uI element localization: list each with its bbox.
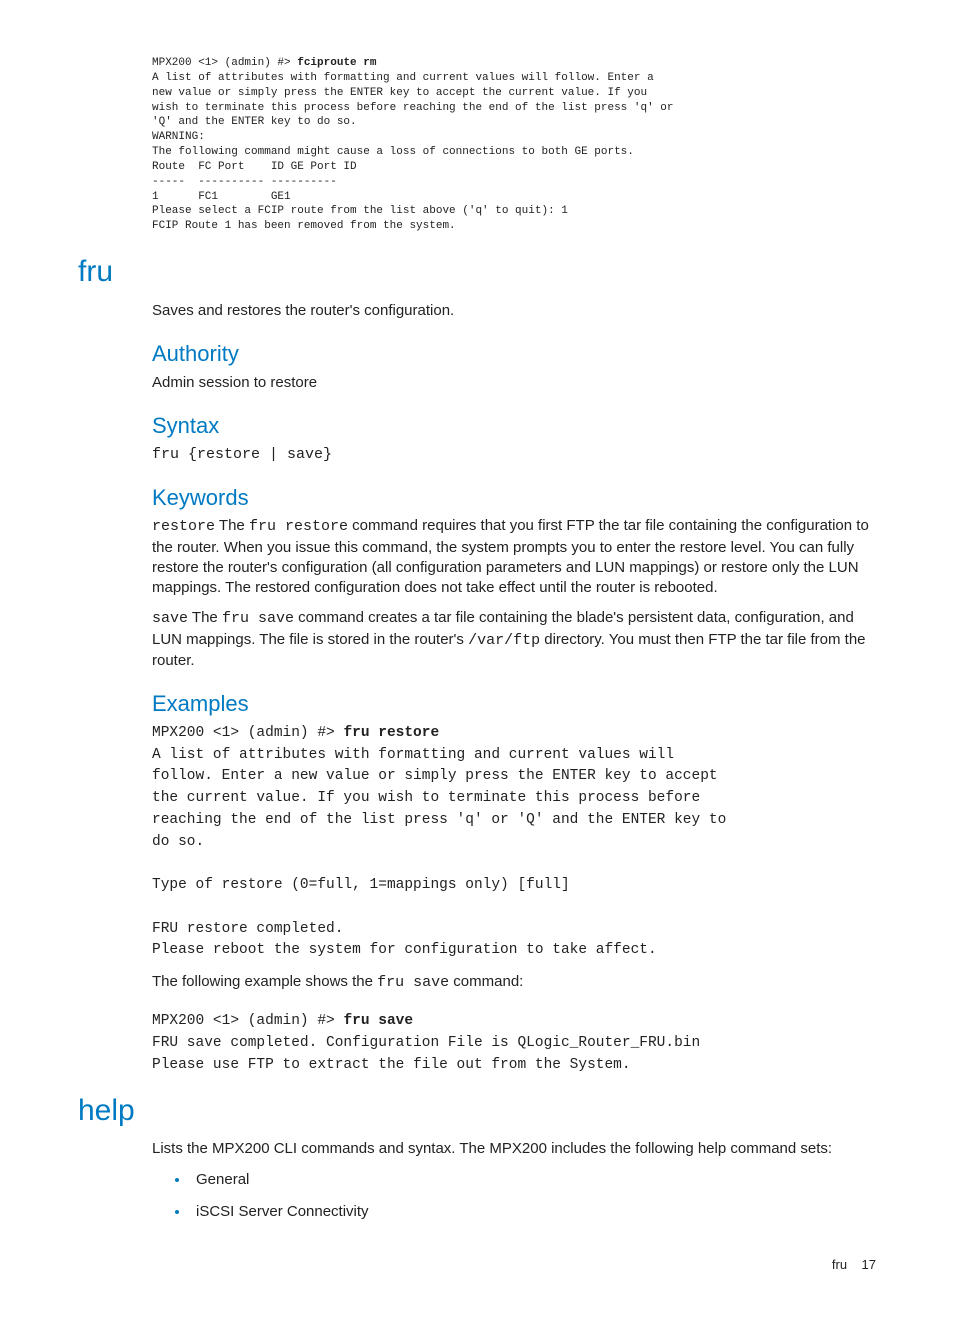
keyword-save: save The fru save command creates a tar … [152, 608, 876, 671]
heading-syntax: Syntax [152, 411, 876, 441]
syntax-code: fru {restore | save} [152, 445, 876, 465]
help-description: Lists the MPX200 CLI commands and syntax… [152, 1139, 876, 1159]
example-fru-restore: MPX200 <1> (admin) #> fru restore A list… [152, 723, 876, 962]
list-item: General [190, 1169, 876, 1190]
heading-keywords: Keywords [152, 483, 876, 513]
example-fru-save: MPX200 <1> (admin) #> fru save FRU save … [152, 1011, 876, 1076]
code-fciproute-rm: MPX200 <1> (admin) #> fciproute rm A lis… [152, 56, 876, 234]
heading-help: help [78, 1091, 876, 1132]
help-list: General iSCSI Server Connectivity [152, 1169, 876, 1222]
heading-examples: Examples [152, 689, 876, 719]
heading-authority: Authority [152, 339, 876, 369]
keyword-restore: restore The fru restore command requires… [152, 516, 876, 598]
footer-section: fru [832, 1257, 847, 1272]
example-between-text: The following example shows the fru save… [152, 972, 876, 993]
list-item: iSCSI Server Connectivity [190, 1201, 876, 1222]
fru-description: Saves and restores the router's configur… [152, 301, 876, 321]
heading-fru: fru [78, 252, 876, 293]
footer-page-number: 17 [862, 1257, 876, 1272]
authority-text: Admin session to restore [152, 373, 876, 393]
